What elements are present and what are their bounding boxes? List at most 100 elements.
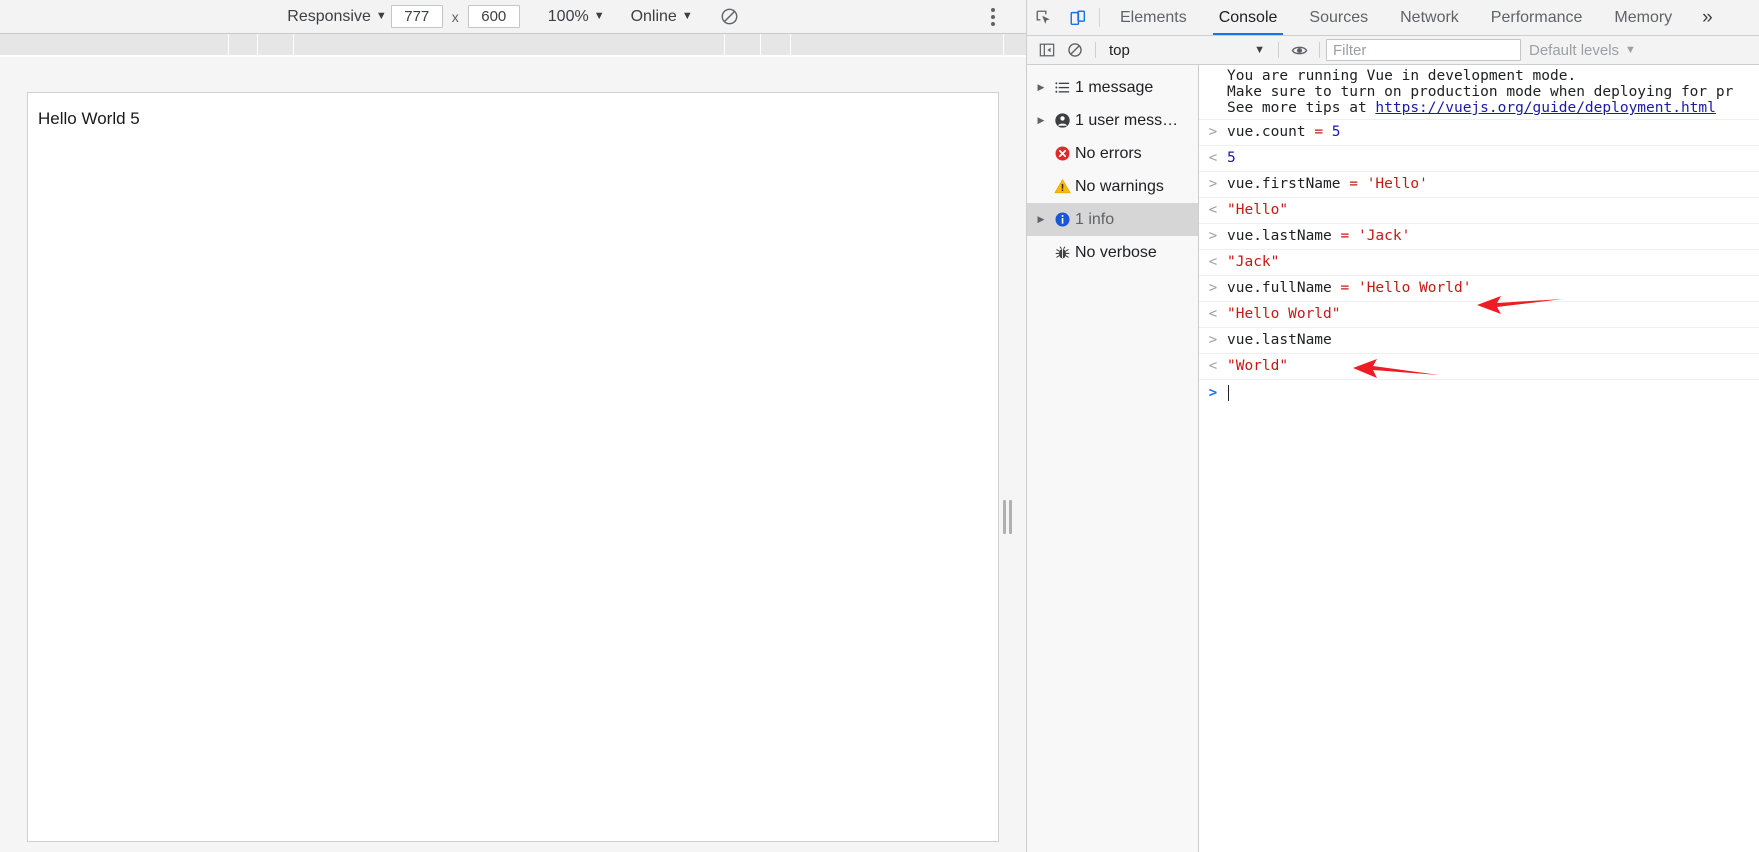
- console-entry-text: "Jack": [1227, 253, 1759, 272]
- console-entry-text: vue.firstName = 'Hello': [1227, 175, 1759, 194]
- input-arrow-icon: >: [1208, 332, 1218, 348]
- more-vertical-icon[interactable]: [980, 0, 1006, 34]
- console-info-message[interactable]: You are running Vue in development mode.…: [1199, 65, 1759, 120]
- sidebar-item-verbose[interactable]: No verbose: [1027, 236, 1198, 269]
- token-str: 'Jack': [1357, 228, 1411, 244]
- rotate-icon[interactable]: [717, 4, 743, 30]
- token-op: =: [1340, 280, 1358, 296]
- console-input-row[interactable]: > vue.firstName = 'Hello': [1199, 172, 1759, 198]
- tab-performance[interactable]: Performance: [1475, 0, 1599, 35]
- tab-elements[interactable]: Elements: [1104, 0, 1203, 35]
- live-expression-icon[interactable]: [1285, 37, 1313, 63]
- console-output-row[interactable]: < "Jack": [1199, 250, 1759, 276]
- log-levels-label: Default levels: [1529, 41, 1620, 59]
- show-console-sidebar-icon[interactable]: [1033, 37, 1061, 63]
- info-line-1: You are running Vue in development mode.: [1227, 68, 1577, 84]
- zoom-select[interactable]: 100% ▼: [544, 5, 609, 29]
- viewport-height-input[interactable]: [467, 5, 520, 28]
- toolbar-divider: [1319, 42, 1320, 58]
- console-output-row[interactable]: < "Hello World": [1199, 302, 1759, 328]
- sidebar-item-warnings[interactable]: No warnings: [1027, 170, 1198, 203]
- devtools-tab-list: Elements Console Sources Network Perform…: [1104, 0, 1688, 35]
- execution-context-label: top: [1109, 41, 1130, 59]
- sidebar-item-label: No errors: [1075, 144, 1142, 162]
- tab-memory[interactable]: Memory: [1598, 0, 1688, 35]
- verbose-icon: [1049, 244, 1075, 261]
- console-output-row[interactable]: <5: [1199, 146, 1759, 172]
- console-entry-text: 5: [1227, 149, 1759, 168]
- info-line-3-prefix: See more tips at: [1227, 100, 1376, 116]
- list-icon: [1049, 79, 1075, 96]
- console-prompt-row[interactable]: >: [1199, 380, 1759, 406]
- inspect-element-icon[interactable]: [1027, 0, 1061, 35]
- clear-console-icon[interactable]: [1061, 37, 1089, 63]
- token-plain: vue.lastName: [1227, 332, 1332, 348]
- devtools-tabbar: Elements Console Sources Network Perform…: [1027, 0, 1759, 36]
- sidebar-item-messages[interactable]: ▶ 1 message: [1027, 71, 1198, 104]
- token-plain: vue.fullName: [1227, 280, 1341, 296]
- disclosure-triangle-icon[interactable]: ▶: [1033, 115, 1049, 126]
- console-input-row[interactable]: > vue.fullName = 'Hello World': [1199, 276, 1759, 302]
- viewport-ruler: [0, 34, 1026, 56]
- page-content: Hello World 5: [28, 93, 998, 129]
- disclosure-triangle-icon[interactable]: ▶: [1033, 82, 1049, 93]
- sidebar-item-label: 1 message: [1075, 78, 1154, 96]
- console-output-row[interactable]: < "Hello": [1199, 198, 1759, 224]
- text-cursor: [1228, 385, 1229, 401]
- viewport-area: Hello World 5: [0, 57, 1026, 852]
- token-str: 'Hello World': [1357, 280, 1472, 296]
- sidebar-item-user-messages[interactable]: ▶ 1 user mess…: [1027, 104, 1198, 137]
- device-preset-label: Responsive: [287, 7, 371, 25]
- token-plain: vue.firstName: [1227, 176, 1350, 192]
- disclosure-triangle-icon[interactable]: ▶: [1033, 214, 1049, 225]
- warning-icon: [1049, 178, 1075, 195]
- sidebar-item-label: No warnings: [1075, 177, 1164, 195]
- console-input-row[interactable]: > vue.lastName: [1199, 328, 1759, 354]
- output-arrow-icon: <: [1208, 358, 1218, 374]
- sidebar-item-info[interactable]: ▶ 1 info: [1027, 203, 1198, 236]
- token-plain: vue.lastName: [1227, 228, 1341, 244]
- vue-deployment-link[interactable]: https://vuejs.org/guide/deployment.html: [1375, 100, 1715, 116]
- viewport-resize-handle-right[interactable]: [1003, 500, 1012, 534]
- info-line-3: See more tips at https://vuejs.org/guide…: [1227, 100, 1759, 116]
- viewport-width-input[interactable]: [390, 5, 443, 28]
- console-filter-input[interactable]: [1326, 39, 1521, 61]
- console-entry-text: vue.count = 5: [1227, 123, 1759, 142]
- token-op: =: [1349, 176, 1367, 192]
- console-output-row[interactable]: < "World": [1199, 354, 1759, 380]
- tab-console[interactable]: Console: [1203, 0, 1294, 35]
- gutter-spacer: [1199, 68, 1227, 84]
- token-num: 5: [1227, 150, 1236, 166]
- console-entry-text: "Hello World": [1227, 305, 1759, 324]
- log-levels-select[interactable]: Default levels ▼: [1521, 39, 1644, 61]
- execution-context-select[interactable]: top ▼: [1102, 39, 1272, 61]
- gutter-spacer: [1199, 100, 1227, 116]
- network-throttle-select[interactable]: Online ▼: [627, 5, 697, 29]
- sidebar-item-errors[interactable]: No errors: [1027, 137, 1198, 170]
- console-message-list[interactable]: You are running Vue in development mode.…: [1199, 65, 1759, 852]
- output-arrow-icon: <: [1208, 150, 1218, 166]
- device-toolbar-icon[interactable]: [1061, 0, 1095, 35]
- token-str: "Hello World": [1227, 306, 1341, 322]
- tab-label: Memory: [1614, 8, 1673, 26]
- input-arrow-icon: >: [1208, 124, 1218, 140]
- console-input-row[interactable]: > vue.count = 5: [1199, 120, 1759, 146]
- more-tabs-icon[interactable]: »: [1688, 0, 1727, 35]
- toolbar-divider: [1278, 42, 1279, 58]
- page-viewport[interactable]: Hello World 5: [27, 92, 999, 842]
- token-op: =: [1314, 124, 1332, 140]
- console-input-row[interactable]: > vue.lastName = 'Jack': [1199, 224, 1759, 250]
- tab-label: Console: [1218, 8, 1278, 26]
- device-preset-select[interactable]: Responsive ▼: [283, 5, 391, 29]
- output-arrow-icon: <: [1208, 254, 1218, 270]
- tab-label: Sources: [1309, 8, 1369, 26]
- chevron-down-icon: ▼: [1254, 43, 1265, 56]
- token-str: "Hello": [1227, 202, 1289, 218]
- tab-sources[interactable]: Sources: [1293, 0, 1384, 35]
- console-prompt-input[interactable]: [1227, 385, 1759, 401]
- error-icon: [1049, 145, 1075, 162]
- page-body-text: Hello World 5: [38, 109, 140, 128]
- console-entry-text: vue.fullName = 'Hello World': [1227, 279, 1759, 298]
- input-arrow-icon: >: [1208, 228, 1218, 244]
- tab-network[interactable]: Network: [1384, 0, 1475, 35]
